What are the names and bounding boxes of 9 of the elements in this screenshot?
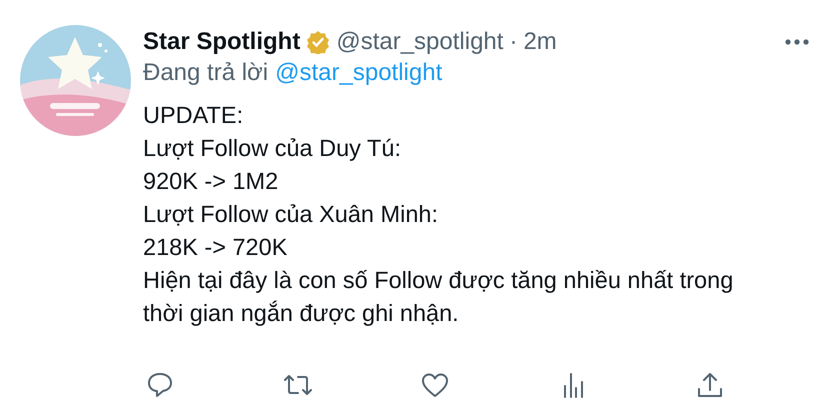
separator: ·: [509, 28, 518, 56]
more-icon[interactable]: [784, 38, 810, 46]
user-handle[interactable]: @star_spotlight: [336, 28, 504, 56]
share-icon[interactable]: [695, 370, 725, 400]
timestamp[interactable]: 2m: [523, 28, 557, 56]
display-name[interactable]: Star Spotlight: [143, 28, 300, 56]
reply-icon[interactable]: [145, 370, 175, 400]
replying-label: Đang trả lời: [143, 59, 268, 87]
tweet-text: UPDATE: Lượt Follow của Duy Tú: 920K -> 1M2 Lượt Follow của Xuân Minh: 218K -> 720K Hiện tại đây là con số Follow được tăng nhiều nhất trong thời gian ngắn được ghi nhận.: [143, 101, 734, 328]
